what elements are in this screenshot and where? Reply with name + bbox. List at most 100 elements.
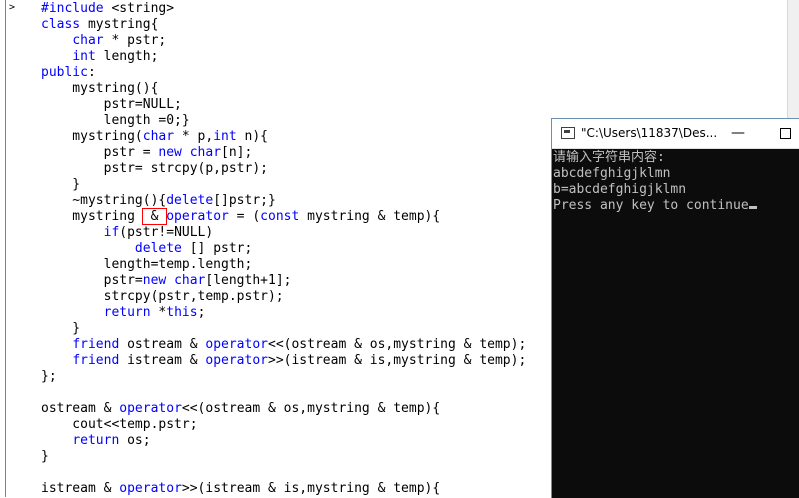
code-keyword: int	[213, 129, 237, 144]
code-text: length=temp.length;	[41, 257, 253, 272]
code-line[interactable]: int length;	[41, 49, 526, 65]
code-text: [] pstr;	[181, 241, 253, 256]
code-text: [n];	[221, 145, 253, 160]
gutter-arrow-icon[interactable]: >	[9, 2, 15, 13]
code-text: :	[87, 65, 96, 80]
code-keyword: int	[72, 49, 96, 64]
code-line[interactable]: ​	[41, 385, 526, 401]
code-line[interactable]: length =0;}	[41, 113, 526, 129]
code-line[interactable]: public:	[41, 65, 526, 81]
code-line[interactable]: cout<<temp.pstr;	[41, 417, 526, 433]
code-keyword: this	[166, 305, 198, 320]
code-line[interactable]: ostream & operator<<(ostream & os,mystri…	[41, 401, 526, 417]
code-text: *	[150, 305, 167, 320]
code-keyword: char	[142, 129, 175, 144]
code-keyword: class	[41, 17, 81, 32]
code-line[interactable]: length=temp.length;	[41, 257, 526, 273]
code-text: * pstr;	[103, 33, 167, 48]
code-text: }	[41, 449, 49, 464]
code-keyword: if	[103, 225, 120, 240]
code-line[interactable]: friend istream & operator>>(istream & is…	[41, 353, 526, 369]
code-line[interactable]: friend ostream & operator<<(ostream & os…	[41, 337, 526, 353]
code-keyword: char	[174, 273, 206, 288]
console-window[interactable]: "C:\Users\11837\Des... — 请输入字符串内容: abcde…	[551, 118, 799, 498]
code-keyword: #include	[41, 1, 104, 16]
code-line[interactable]: mystring(){	[41, 81, 526, 97]
code-line[interactable]: }	[41, 321, 526, 337]
code-keyword: operator	[205, 337, 268, 352]
code-keyword: char	[189, 145, 222, 160]
code-line[interactable]: class mystring{	[41, 17, 526, 33]
code-line[interactable]: pstr= strcpy(p,pstr);	[41, 161, 526, 177]
code-keyword: return	[103, 305, 151, 320]
code-line[interactable]: #include <string>	[41, 1, 526, 17]
code-text: []pstr;}	[213, 193, 276, 208]
minimize-button[interactable]: —	[727, 122, 749, 144]
code-text: ~mystring(){	[41, 193, 167, 208]
code-line[interactable]: };	[41, 369, 526, 385]
code-line[interactable]: return *this;	[41, 305, 526, 321]
code-keyword: public	[41, 65, 88, 80]
code-text: length =0;}	[41, 113, 190, 128]
code-line[interactable]: }	[41, 449, 526, 465]
code-keyword: new	[158, 145, 182, 160]
code-line[interactable]: }	[41, 177, 526, 193]
code-keyword: friend	[72, 353, 120, 368]
code-text: mystring(){	[41, 81, 159, 96]
console-titlebar[interactable]: "C:\Users\11837\Des... —	[552, 119, 799, 149]
code-line[interactable]: pstr = new char[n];	[41, 145, 526, 161]
code-text: ;	[197, 305, 206, 320]
highlighted-reference-symbol: &	[141, 208, 168, 225]
code-keyword: return	[72, 433, 120, 448]
console-app-icon	[561, 127, 575, 139]
code-text: pstr=	[41, 273, 143, 288]
code-text: };	[41, 369, 57, 384]
code-text: mystring{	[80, 17, 159, 32]
code-text: pstr =	[41, 145, 159, 160]
console-output: 请输入字符串内容: abcdefghigjklmn b=abcdefghigjk…	[552, 150, 799, 214]
console-prompt-text: Press any key to continue	[553, 198, 749, 213]
console-line: b=abcdefghigjklmn	[553, 182, 687, 197]
maximize-button[interactable]	[780, 128, 791, 139]
code-line[interactable]: istream & operator>>(istream & is,mystri…	[41, 481, 526, 497]
left-gutter: >	[0, 0, 22, 497]
code-line[interactable]: delete [] pstr;	[41, 241, 526, 257]
code-keyword: new	[142, 273, 167, 288]
code-line[interactable]: return os;	[41, 433, 526, 449]
code-line[interactable]: mystring & operator = (const mystring & …	[41, 208, 526, 225]
code-text: mystring & temp){	[299, 209, 441, 224]
code-text: }	[41, 321, 81, 336]
source-code[interactable]: #include <string> class mystring{ char * …	[41, 1, 526, 497]
code-line[interactable]: strcpy(pstr,temp.pstr);	[41, 289, 526, 305]
code-text: >>(istream & is,mystring & temp);	[268, 353, 527, 368]
code-keyword: operator	[119, 481, 182, 496]
code-text: istream &	[119, 353, 206, 368]
code-text: <<(ostream & os,mystring & temp){	[181, 401, 441, 416]
code-text: n){	[236, 129, 269, 144]
code-line[interactable]: pstr=NULL;	[41, 97, 526, 113]
code-line[interactable]: pstr=new char[length+1];	[41, 273, 526, 289]
code-line[interactable]: ~mystring(){delete[]pstr;}	[41, 193, 526, 209]
code-line[interactable]: ​	[41, 465, 526, 481]
code-text: [length+1];	[205, 273, 292, 288]
code-text: * p,	[174, 129, 214, 144]
code-text: <<(ostream & os,mystring & temp);	[268, 337, 527, 352]
code-keyword: delete	[166, 193, 214, 208]
code-text: length;	[95, 49, 159, 64]
code-line[interactable]: if(pstr!=NULL)	[41, 225, 526, 241]
code-keyword: char	[72, 33, 104, 48]
code-keyword: operator	[205, 353, 268, 368]
code-line[interactable]: char * pstr;	[41, 33, 526, 49]
code-line[interactable]: mystring(char * p,int n){	[41, 129, 526, 145]
code-keyword: friend	[72, 337, 120, 352]
console-line: Press any key to continue	[553, 198, 799, 214]
code-text: pstr= strcpy(p,pstr);	[41, 161, 268, 176]
